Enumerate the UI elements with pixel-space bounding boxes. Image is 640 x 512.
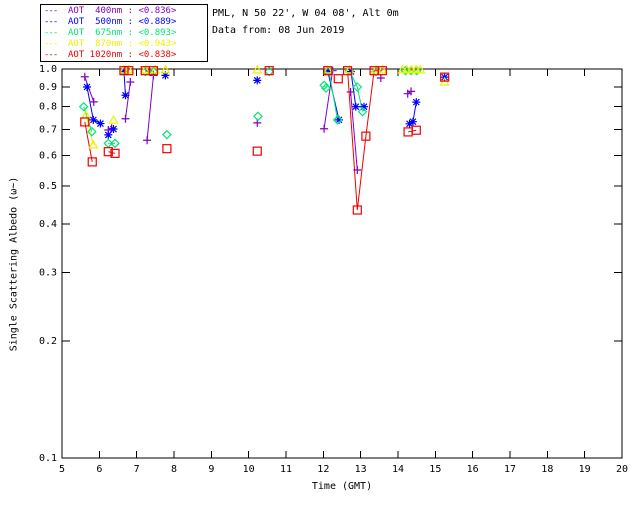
x-tick-label: 14 <box>392 464 404 475</box>
series-400nm <box>84 70 412 171</box>
y-tick-label: 0.5 <box>39 181 57 192</box>
y-tick-label: 0.2 <box>39 336 57 347</box>
x-tick-label: 5 <box>59 464 65 475</box>
x-axis-title: Time (GMT) <box>311 481 373 492</box>
legend-entry-aot-675: --- AOT 675nm : <0.893> <box>44 28 204 38</box>
data-point-marker <box>143 136 152 145</box>
series-line <box>328 70 339 120</box>
plot-border <box>61 68 623 459</box>
legend-line-icon: --- <box>44 49 58 60</box>
data-point-marker <box>89 115 98 124</box>
legend-entry-label: AOT 400nm : <0.836> <box>68 6 177 17</box>
data-point-marker <box>109 125 118 134</box>
data-point-marker <box>320 124 329 133</box>
x-tick-label: 15 <box>429 464 441 475</box>
data-point-marker <box>126 77 135 86</box>
data-point-marker <box>253 111 263 122</box>
x-tick-label: 9 <box>208 464 214 475</box>
legend-entry-aot-400: --- AOT 400nm : <0.836> <box>44 6 204 16</box>
y-tick-label: 0.6 <box>39 150 57 161</box>
legend-entry-aot-500: --- AOT 500nm : <0.889> <box>44 17 204 27</box>
data-point-marker <box>121 114 130 123</box>
data-point-marker <box>253 76 262 85</box>
header-date: Data from: 08 Jun 2019 <box>212 25 345 36</box>
x-tick-label: 17 <box>504 464 516 475</box>
x-tick-label: 20 <box>616 464 628 475</box>
data-point-marker <box>412 98 421 107</box>
x-tick-label: 19 <box>579 464 591 475</box>
legend-entry-label: AOT 1020nm : <0.838> <box>68 49 177 60</box>
data-point-marker <box>351 102 360 111</box>
legend-box: --- AOT 400nm : <0.836> --- AOT 500nm : <0.… <box>40 4 208 62</box>
legend-entry-label: AOT 675nm : <0.893> <box>68 27 177 38</box>
series-line <box>108 151 116 154</box>
x-tick-label: 11 <box>280 464 292 475</box>
data-point-marker <box>96 119 105 128</box>
series-line <box>124 81 131 119</box>
series-line <box>323 70 334 129</box>
data-point-marker <box>162 129 172 140</box>
x-tick-label: 8 <box>171 464 177 475</box>
y-tick-label: 1.0 <box>39 64 57 75</box>
y-tick-label: 0.4 <box>39 219 57 230</box>
x-tick-label: 12 <box>317 464 329 475</box>
y-axis-title: Single Scattering Albedo (ω~) <box>8 176 20 352</box>
data-point-marker <box>80 72 89 81</box>
data-point-marker <box>252 146 262 156</box>
x-tick-label: 6 <box>96 464 102 475</box>
data-point-marker <box>121 91 130 100</box>
y-tick-label: 0.7 <box>39 124 57 135</box>
x-tick-label: 16 <box>467 464 479 475</box>
series-line <box>83 106 93 132</box>
y-tick-label: 0.3 <box>39 267 57 278</box>
x-tick-label: 10 <box>243 464 255 475</box>
header-location: PML, N 50 22', W 04 08', Alt 0m <box>212 8 399 19</box>
y-tick-label: 0.8 <box>39 102 57 113</box>
y-tick-label: 0.9 <box>39 82 57 93</box>
legend-line-icon: --- <box>44 27 58 38</box>
x-tick-label: 7 <box>134 464 140 475</box>
x-tick-label: 18 <box>541 464 553 475</box>
legend-entry-label: AOT 870nm : <0.943> <box>68 38 177 49</box>
legend-line-icon: --- <box>44 6 58 17</box>
y-tick-label: 0.1 <box>39 453 57 464</box>
legend-line-icon: --- <box>44 38 58 49</box>
x-tick-label: 13 <box>355 464 367 475</box>
data-point-marker <box>333 74 343 84</box>
legend-line-icon: --- <box>44 17 58 28</box>
ssa-chart: 5 6 7 8 9 10 11 12 13 14 15 16 17 18 19 20 1.0 0.9 0.8 0.7 0… <box>39 64 628 475</box>
data-point-marker <box>408 117 417 126</box>
data-point-marker <box>162 144 172 154</box>
series-line <box>146 75 154 141</box>
data-point-marker <box>108 114 119 124</box>
legend-entry-aot-870: --- AOT 870nm : <0.943> <box>44 39 204 49</box>
data-point-marker <box>83 82 92 91</box>
legend-entry-label: AOT 500nm : <0.889> <box>68 17 177 28</box>
ssa-plot-page: 5 6 7 8 9 10 11 12 13 14 15 16 17 18 19 20 1.0 0.9 0.8 0.7 0… <box>0 0 640 512</box>
legend-entry-aot-1020: --- AOT 1020nm : <0.838> <box>44 50 204 60</box>
